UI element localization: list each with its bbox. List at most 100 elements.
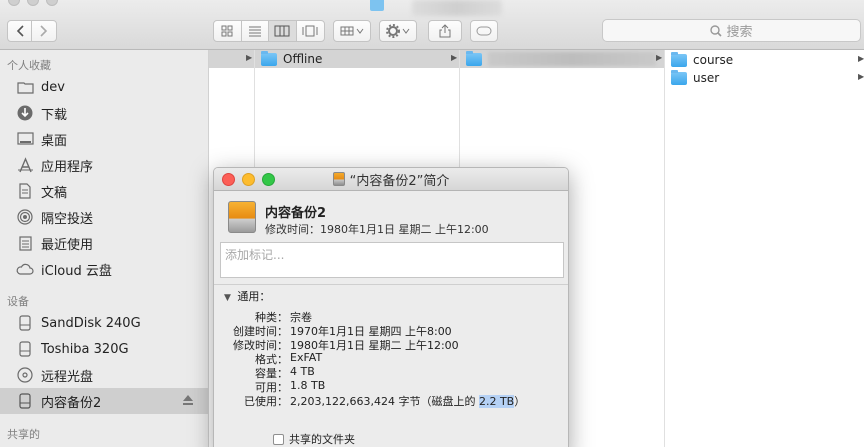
info-row-used: 已使用： 2,203,122,663,424 字节（磁盘上的 2.2 TB） — [214, 393, 568, 408]
drive-icon — [16, 341, 34, 357]
sidebar-item-label: 最近使用 — [41, 237, 94, 253]
get-info-window: “内容备份2”简介 内容备份2 修改时间：1980年1月1日 星期二 上午12:… — [213, 167, 569, 447]
info-key: 已使用： — [244, 395, 288, 408]
search-placeholder: 搜索 — [726, 25, 753, 40]
list-item-label: course — [693, 53, 734, 67]
close-window-button[interactable] — [8, 0, 20, 6]
desktop-icon — [16, 131, 34, 147]
gallery-icon — [302, 25, 318, 37]
sidebar-item-toshiba[interactable]: Toshiba 320G — [0, 336, 208, 362]
recents-icon — [16, 235, 34, 251]
share-button[interactable] — [428, 20, 462, 42]
disclosure-arrow-icon: ▶ — [858, 54, 864, 63]
sidebar-item-remote-disc[interactable]: 远程光盘 — [0, 362, 208, 388]
sidebar-item-dev[interactable]: dev — [0, 74, 208, 100]
window-title-blurred — [412, 0, 502, 16]
sidebar-item-label: 隔空投送 — [41, 211, 94, 227]
modified-date: 修改时间：1980年1月1日 星期二 上午12:00 — [265, 223, 489, 236]
used-bytes: 2,203,122,663,424 字节（磁盘上的 — [290, 395, 479, 408]
volume-name: 内容备份2 — [265, 206, 327, 221]
sidebar-item-applications[interactable]: 应用程序 — [0, 152, 208, 178]
info-value: ExFAT — [290, 351, 323, 364]
back-button[interactable] — [8, 21, 33, 41]
search-icon — [710, 24, 723, 37]
sidebar-item-label: 内容备份2 — [41, 395, 102, 411]
sidebar-item-backup2[interactable]: 内容备份2 — [0, 388, 208, 414]
divider — [214, 284, 568, 285]
checkbox-box[interactable] — [273, 433, 284, 445]
title-folder-icon — [370, 0, 384, 11]
sidebar-item-label: 桌面 — [41, 133, 68, 149]
shared-heading: 共享的 — [7, 428, 40, 441]
disclosure-arrow-icon: ▶ — [858, 72, 864, 81]
info-value: 1.8 TB — [290, 379, 326, 392]
tag-icon — [476, 26, 492, 36]
sidebar-item-sanddisk[interactable]: SandDisk 240G — [0, 310, 208, 336]
drive-icon — [16, 315, 34, 331]
folder-icon — [16, 79, 34, 95]
general-section-toggle[interactable]: ▼ 通用： — [224, 288, 270, 304]
chevron-right-icon — [40, 25, 48, 37]
sidebar-item-documents[interactable]: 文稿 — [0, 178, 208, 204]
zoom-window-button[interactable] — [46, 0, 58, 6]
sidebar-item-icloud[interactable]: iCloud 云盘 — [0, 256, 208, 282]
navigation-buttons — [7, 20, 57, 42]
icon-view-button[interactable] — [214, 21, 242, 41]
list-view-button[interactable] — [242, 21, 269, 41]
used-suffix: ） — [514, 395, 526, 408]
sidebar-item-airdrop[interactable]: 隔空投送 — [0, 204, 208, 230]
zoom-button[interactable] — [262, 173, 275, 186]
tags-placeholder: 添加标记... — [225, 248, 285, 262]
sidebar-item-label: 下载 — [41, 107, 68, 123]
minimize-window-button[interactable] — [27, 0, 39, 6]
info-value: 4 TB — [290, 365, 315, 378]
general-section-label: 通用： — [237, 290, 271, 303]
info-row-modified: 修改时间： 1980年1月1日 星期二 上午12:00 — [214, 337, 568, 352]
eject-icon[interactable] — [182, 394, 194, 410]
minimize-button[interactable] — [242, 173, 255, 186]
list-item-course[interactable]: course — [671, 51, 733, 69]
forward-button[interactable] — [32, 21, 56, 41]
sidebar: 个人收藏 dev 下载 桌面 应用程序 文稿 隔空投送 最近使用 iCloud … — [0, 50, 209, 447]
column-3: course ▶ user ▶ — [665, 50, 864, 447]
sidebar-item-label: Toshiba 320G — [41, 341, 129, 357]
sidebar-item-label: dev — [41, 79, 65, 95]
sidebar-item-downloads[interactable]: 下载 — [0, 100, 208, 126]
list-item-offline[interactable]: Offline — [261, 50, 322, 68]
grid-icon — [221, 25, 233, 37]
gallery-view-button[interactable] — [297, 21, 324, 41]
sidebar-item-label: SandDisk 240G — [41, 315, 141, 331]
folder-icon — [671, 51, 687, 67]
disclosure-down-icon: ▼ — [224, 293, 231, 303]
info-row-capacity: 容量： 4 TB — [214, 365, 568, 380]
info-window-title: “内容备份2”简介 — [349, 173, 450, 189]
sidebar-item-desktop[interactable]: 桌面 — [0, 126, 208, 152]
edit-tags-button[interactable] — [470, 20, 498, 42]
disc-icon — [16, 367, 34, 383]
used-size-highlight: 2.2 TB — [478, 395, 515, 408]
info-row-kind: 种类： 宗卷 — [214, 309, 568, 324]
search-field[interactable]: 搜索 — [602, 19, 861, 42]
window-toolbar: 搜索 — [0, 0, 864, 50]
list-item-blurred[interactable] — [466, 50, 656, 68]
disclosure-arrow-icon: ▶ — [451, 53, 458, 62]
list-item-user[interactable]: user — [671, 69, 719, 87]
drive-icon — [332, 172, 345, 186]
column-view-button[interactable] — [269, 21, 297, 41]
sidebar-item-recents[interactable]: 最近使用 — [0, 230, 208, 256]
group-button[interactable] — [333, 20, 371, 42]
group-icon — [340, 26, 364, 36]
devices-heading: 设备 — [7, 295, 29, 308]
external-drive-icon — [228, 201, 256, 233]
folder-icon — [466, 50, 482, 66]
columns-icon — [274, 25, 290, 37]
action-menu-button[interactable] — [379, 20, 417, 42]
tags-input[interactable]: 添加标记... — [220, 242, 564, 278]
chevron-left-icon — [16, 25, 24, 37]
sidebar-item-label: iCloud 云盘 — [41, 263, 112, 279]
info-row-available: 可用： 1.8 TB — [214, 379, 568, 394]
share-icon — [439, 24, 451, 38]
shared-folder-checkbox[interactable]: 共享的文件夹 — [273, 431, 355, 447]
close-button[interactable] — [222, 173, 235, 186]
blurred-folder-name — [488, 52, 656, 66]
